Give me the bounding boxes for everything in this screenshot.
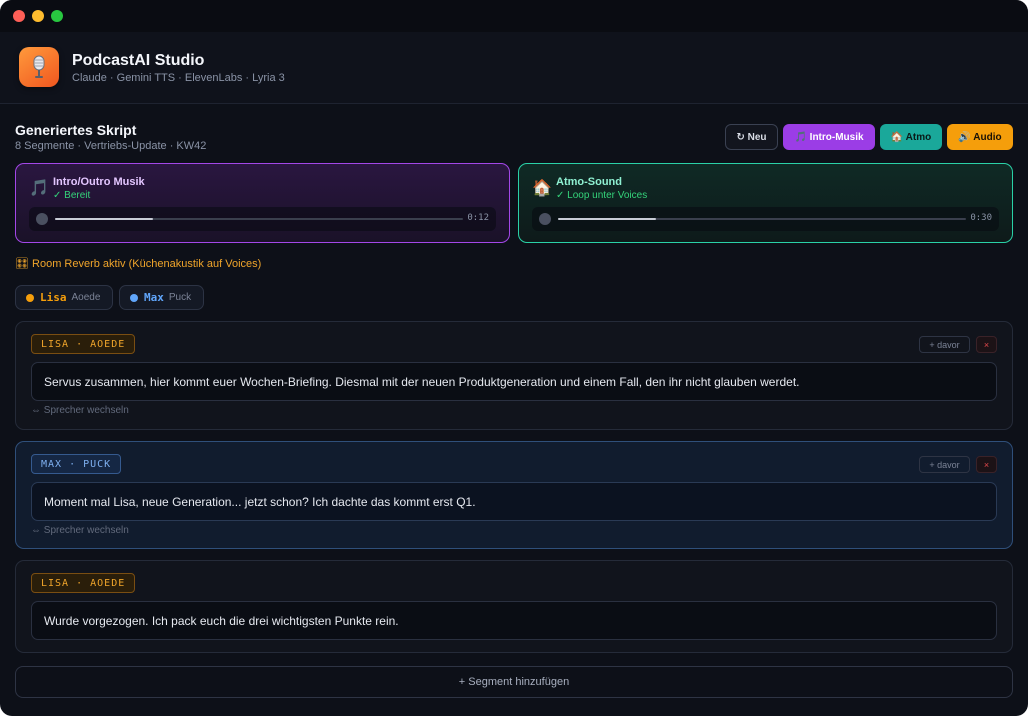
atmo-card-status: ✓ Loop unter Voices [556, 190, 648, 201]
atmo-progress-track[interactable] [558, 218, 966, 220]
new-button[interactable]: ↻ Neu [725, 124, 778, 150]
speaker-name: Max [144, 291, 164, 304]
app-header: PodcastAI Studio Claude · Gemini TTS · E… [0, 32, 1028, 104]
minimize-window-button[interactable] [32, 10, 44, 22]
atmo-card: 🏠 Atmo-Sound ✓ Loop unter Voices 0:30 [518, 163, 1013, 243]
segment-text[interactable]: Servus zusammen, hier kommt euer Wochen-… [31, 362, 997, 401]
music-time: 0:12 [467, 213, 489, 223]
title-bar [0, 0, 1028, 32]
segment-text[interactable]: Moment mal Lisa, neue Generation... jetz… [31, 482, 997, 521]
audio-button[interactable]: 🔊 Audio [947, 124, 1013, 150]
music-play-button[interactable] [36, 213, 48, 225]
add-segment-button[interactable]: + Segment hinzufügen [15, 666, 1013, 698]
switch-speaker-button[interactable]: ⇔ Sprecher wechseln [31, 405, 129, 416]
speaker-tag: LISA · AOEDE [31, 573, 136, 593]
insert-before-button[interactable]: + davor [919, 336, 970, 353]
speaker-name: Lisa [40, 291, 67, 304]
atmo-card-title: Atmo-Sound [556, 176, 622, 188]
atmo-time: 0:30 [970, 213, 992, 223]
microphone-icon [19, 47, 59, 87]
delete-segment-button[interactable]: × [976, 336, 997, 353]
atmo-button[interactable]: 🏠 Atmo [880, 124, 942, 150]
speaker-chip-lisa[interactable]: Lisa Aoede [15, 285, 113, 310]
speaker-color-dot [130, 293, 138, 302]
speaker-voice: Aoede [71, 292, 101, 303]
delete-segment-button[interactable]: × [976, 456, 997, 473]
segment-card: LISA · AOEDE + davor × Servus zusammen, … [15, 321, 1013, 430]
atmo-play-button[interactable] [539, 213, 551, 225]
speaker-tag: MAX · PUCK [31, 454, 122, 474]
speaker-color-dot [26, 293, 34, 302]
segment-card: MAX · PUCK + davor × Moment mal Lisa, ne… [15, 441, 1013, 549]
maximize-window-button[interactable] [51, 10, 63, 22]
speaker-tag: LISA · AOEDE [31, 334, 136, 354]
close-window-button[interactable] [13, 10, 25, 22]
insert-before-button[interactable]: + davor [919, 456, 970, 473]
script-subtitle: 8 Segmente · Vertriebs-Update · KW42 [15, 140, 207, 152]
house-icon: 🏠 [532, 180, 552, 197]
intro-music-button[interactable]: 🎵 Intro-Musik [783, 124, 875, 150]
music-card-title: Intro/Outro Musik [53, 176, 145, 188]
reverb-status: 🎛 Room Reverb aktiv (Küchenakustik auf V… [15, 258, 262, 270]
speaker-chip-max[interactable]: Max Puck [119, 285, 204, 310]
script-title: Generiertes Skript [15, 122, 137, 138]
music-card-status: ✓ Bereit [53, 190, 91, 201]
music-card: 🎵 Intro/Outro Musik ✓ Bereit 0:12 [15, 163, 510, 243]
segment-text[interactable]: Wurde vorgezogen. Ich pack euch die drei… [31, 601, 997, 640]
music-progress-fill [55, 218, 153, 220]
switch-speaker-button[interactable]: ⇔ Sprecher wechseln [31, 525, 129, 536]
music-note-icon: 🎵 [29, 180, 49, 197]
app-title: PodcastAI Studio [72, 52, 205, 69]
app-subtitle: Claude · Gemini TTS · ElevenLabs · Lyria… [72, 72, 285, 84]
atmo-progress-fill [558, 218, 656, 220]
music-player: 0:12 [29, 207, 496, 231]
app-window: PodcastAI Studio Claude · Gemini TTS · E… [0, 0, 1028, 716]
segment-card: LISA · AOEDE Wurde vorgezogen. Ich pack … [15, 560, 1013, 653]
music-progress-track[interactable] [55, 218, 463, 220]
atmo-player: 0:30 [532, 207, 999, 231]
speaker-voice: Puck [168, 292, 192, 303]
